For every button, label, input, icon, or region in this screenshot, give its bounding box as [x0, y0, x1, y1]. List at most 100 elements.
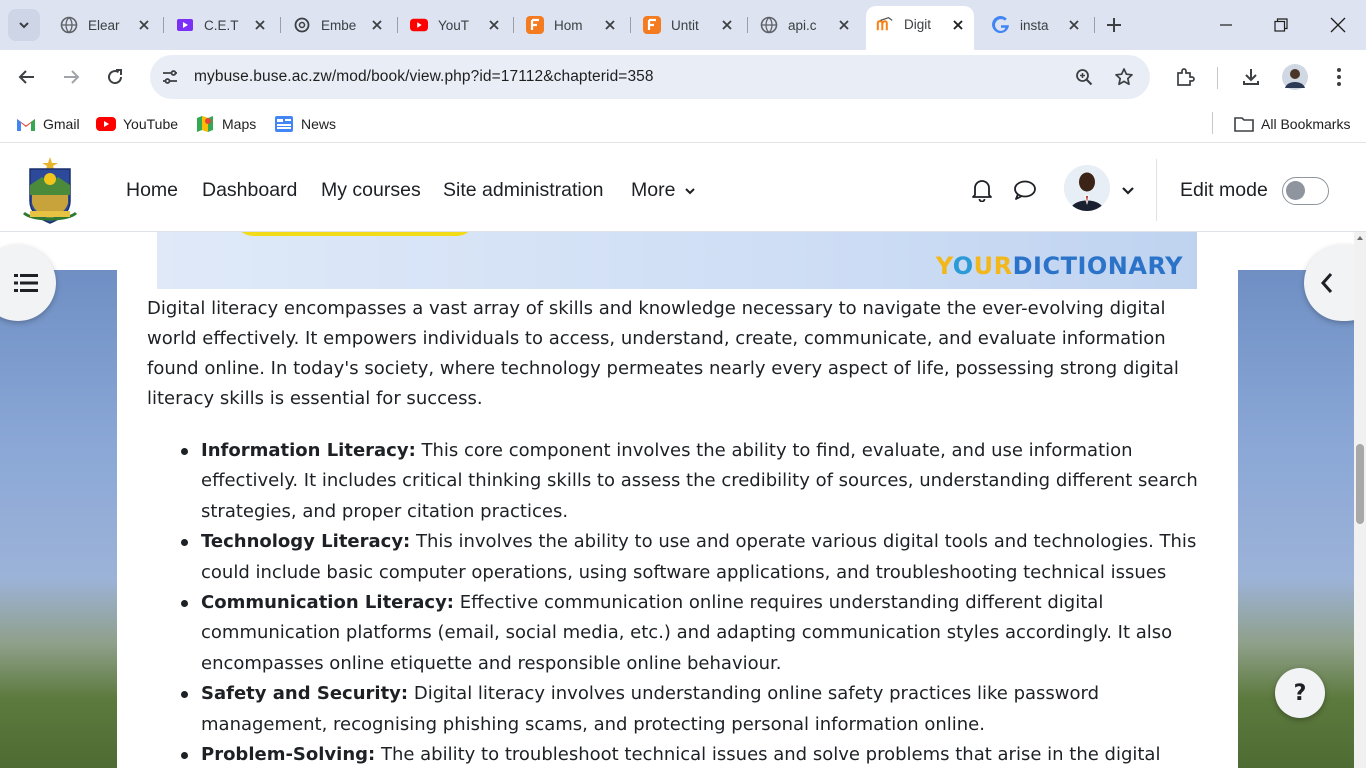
tab-search-button[interactable] — [8, 9, 40, 41]
avatar — [1064, 165, 1110, 211]
browser-tab[interactable]: insta — [982, 8, 1090, 42]
arrow-left-icon — [18, 70, 34, 84]
tab-label: insta — [1020, 17, 1049, 33]
scroll-up-arrow-icon[interactable] — [1356, 234, 1364, 242]
nav-site-administration[interactable]: Site administration — [443, 179, 603, 202]
close-icon[interactable] — [486, 17, 502, 33]
page-background: YOURDICTIONARY Digital literacy encompas… — [0, 232, 1366, 768]
plus-icon — [1107, 18, 1121, 32]
close-icon — [1330, 17, 1346, 33]
tab-label: Digit — [904, 16, 932, 32]
banner-shape — [235, 232, 475, 236]
bookmark-maps[interactable]: Maps — [195, 113, 256, 135]
nav-home[interactable]: Home — [126, 179, 178, 202]
address-bar[interactable]: mybuse.buse.ac.zw/mod/book/view.php?id=1… — [150, 55, 1150, 99]
browser-tab[interactable]: YouT — [400, 8, 510, 42]
list-item: Problem-Solving: The ability to troubles… — [171, 740, 1221, 768]
bookmark-star-icon[interactable] — [1114, 67, 1134, 87]
minimize-button[interactable] — [1198, 0, 1254, 50]
chevron-left-icon — [1320, 273, 1333, 293]
arrow-right-icon — [64, 70, 80, 84]
notifications-button[interactable] — [969, 177, 995, 203]
bookmark-label: Maps — [222, 116, 257, 132]
chevron-down-icon[interactable] — [1121, 185, 1135, 197]
page-scrollbar[interactable] — [1354, 232, 1366, 768]
back-button[interactable] — [12, 62, 42, 92]
user-menu-avatar[interactable] — [1064, 165, 1110, 211]
list-item: Information Literacy: This core componen… — [171, 436, 1221, 527]
close-icon[interactable] — [252, 17, 268, 33]
bookmark-news[interactable]: News — [274, 113, 336, 135]
all-bookmarks-button[interactable]: All Bookmarks — [1234, 113, 1350, 135]
tab-label: Embe — [321, 17, 357, 33]
extensions-button[interactable] — [1170, 62, 1200, 92]
close-icon[interactable] — [950, 17, 966, 33]
kebab-menu-icon — [1337, 68, 1341, 86]
nav-divider — [1156, 159, 1157, 221]
toolbar-divider — [1217, 67, 1218, 89]
forward-button[interactable] — [56, 62, 86, 92]
list-item: Safety and Security: Digital literacy in… — [171, 679, 1221, 740]
avatar — [1282, 64, 1308, 90]
edit-mode-label: Edit mode — [1180, 179, 1268, 201]
tab-strip: Elear C.E.T Embe YouT Hom Untit api.c Di… — [0, 0, 1366, 50]
chevron-down-icon — [685, 188, 695, 195]
university-logo[interactable] — [22, 155, 78, 225]
tab-separator — [1094, 17, 1095, 33]
item-title: Information Literacy: — [201, 440, 416, 461]
tab-separator — [747, 17, 748, 33]
tab-separator — [397, 17, 398, 33]
edit-mode-toggle[interactable] — [1282, 177, 1329, 205]
nav-my-courses[interactable]: My courses — [321, 179, 421, 202]
chat-bubble-icon — [1014, 180, 1036, 200]
menu-button[interactable] — [1324, 62, 1354, 92]
restore-button[interactable] — [1253, 0, 1309, 50]
nav-dashboard[interactable]: Dashboard — [202, 179, 297, 202]
bookmark-youtube[interactable]: YouTube — [96, 113, 178, 135]
browser-tab[interactable]: Hom — [516, 8, 626, 42]
google-icon — [992, 16, 1010, 34]
close-icon[interactable] — [602, 17, 618, 33]
youtube-icon — [410, 16, 428, 34]
browser-tab[interactable]: Elear — [50, 8, 160, 42]
zoom-icon[interactable] — [1074, 67, 1094, 87]
browser-tab[interactable]: Embe — [283, 8, 393, 42]
list-item: Communication Literacy: Effective commun… — [171, 588, 1221, 679]
close-icon[interactable] — [136, 17, 152, 33]
profile-button[interactable] — [1280, 62, 1310, 92]
item-title: Communication Literacy: — [201, 592, 455, 614]
download-icon — [1243, 69, 1259, 85]
tab-label: YouT — [438, 17, 470, 33]
new-tab-button[interactable] — [1100, 11, 1128, 39]
magnifier-o-icon: O — [952, 252, 974, 280]
item-title: Safety and Security: — [201, 683, 409, 705]
messages-button[interactable] — [1012, 177, 1038, 203]
close-icon[interactable] — [369, 17, 385, 33]
help-button[interactable]: ? — [1275, 668, 1325, 718]
reload-button[interactable] — [100, 62, 130, 92]
browser-tab-active[interactable]: Digit — [866, 6, 974, 50]
bookmarks-divider — [1212, 112, 1213, 134]
bookmark-gmail[interactable]: Gmail — [16, 113, 80, 135]
close-icon[interactable] — [1066, 17, 1082, 33]
url-text[interactable]: mybuse.buse.ac.zw/mod/book/view.php?id=1… — [194, 68, 654, 86]
folder-icon — [1234, 114, 1254, 134]
nav-more[interactable]: More — [631, 179, 696, 202]
yourdictionary-logo: YOURDICTIONARY — [935, 252, 1183, 280]
browser-tab[interactable]: api.c — [750, 8, 860, 42]
all-bookmarks-label: All Bookmarks — [1261, 116, 1351, 132]
close-icon[interactable] — [836, 17, 852, 33]
close-icon[interactable] — [719, 17, 735, 33]
downloads-button[interactable] — [1236, 62, 1266, 92]
browser-tab[interactable]: Untit — [633, 8, 743, 42]
item-title: Technology Literacy: — [201, 531, 411, 553]
scrollbar-thumb[interactable] — [1356, 444, 1364, 524]
tab-separator — [163, 17, 164, 33]
site-info-icon[interactable] — [160, 67, 180, 87]
openai-icon — [293, 16, 311, 34]
window-close-button[interactable] — [1310, 0, 1366, 50]
browser-tab[interactable]: C.E.T — [166, 8, 276, 42]
tab-label: C.E.T — [204, 17, 239, 33]
list-item: Technology Literacy: This involves the a… — [171, 527, 1221, 588]
campus-photo-left — [0, 270, 118, 768]
